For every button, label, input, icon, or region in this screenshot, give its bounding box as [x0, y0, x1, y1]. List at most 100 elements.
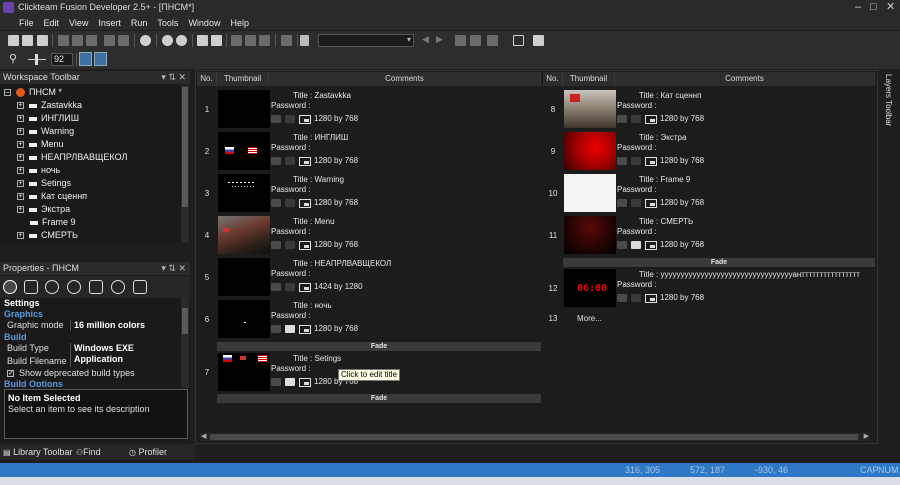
- frame-row[interactable]: 8 Title : Кат сценнп Password : 1280 by …: [543, 89, 875, 131]
- frame-thumbnail[interactable]: [218, 300, 270, 338]
- sound-icon[interactable]: [133, 280, 147, 294]
- frame-row[interactable]: 2 Title : ИНГЛИШ Password : 1280 by 768: [197, 131, 541, 173]
- redo-icon[interactable]: [118, 35, 129, 46]
- deprecated-checkbox-row[interactable]: ✓ Show deprecated build types: [4, 368, 180, 379]
- tree-item[interactable]: Frame 9: [30, 216, 76, 229]
- horizontal-scrollbar[interactable]: ◀ ▶: [200, 433, 870, 441]
- save-icon[interactable]: [37, 35, 48, 46]
- pin-icon[interactable]: ▾ ⇅ ✕: [161, 71, 186, 84]
- export-icon[interactable]: [533, 35, 544, 46]
- layers-toolbar-label[interactable]: Layers Toolbar: [884, 74, 893, 126]
- menu-edit[interactable]: Edit: [39, 18, 65, 28]
- collapse-icon[interactable]: –: [4, 89, 11, 97]
- build-options-section[interactable]: Build Options: [4, 379, 180, 387]
- transition-bar[interactable]: Fade: [217, 394, 541, 403]
- view-storyboard-icon[interactable]: [79, 52, 92, 66]
- maximize-icon[interactable]: □: [870, 0, 877, 15]
- minimize-icon[interactable]: –: [855, 0, 861, 15]
- frame-title[interactable]: Title : Menu: [293, 217, 335, 226]
- zoom-input[interactable]: 92: [51, 53, 73, 66]
- paste-icon[interactable]: [86, 35, 97, 46]
- open-icon[interactable]: [22, 35, 33, 46]
- object-icon[interactable]: [281, 35, 292, 46]
- menu-view[interactable]: View: [64, 18, 93, 28]
- about-icon[interactable]: [111, 280, 125, 294]
- frame-row[interactable]: 4 Title : Menu Password : 1280 by 768: [197, 215, 541, 257]
- tree-item[interactable]: + СМЕРТЬ: [17, 229, 78, 242]
- help-icon[interactable]: [140, 35, 151, 46]
- graphics-section[interactable]: Graphics: [4, 309, 180, 320]
- frame-thumbnail[interactable]: [564, 174, 616, 212]
- frame-row[interactable]: 5 Title : НЕАПРЛВАВЩЕКОЛ Password : 1424…: [197, 257, 541, 299]
- frame-title[interactable]: Title : Warning: [293, 175, 344, 184]
- build-section[interactable]: Build: [4, 332, 180, 343]
- tab-library[interactable]: ▤ Library Toolbar: [3, 446, 72, 459]
- frame-title[interactable]: Title : Frame 9: [639, 175, 690, 184]
- new-icon[interactable]: [8, 35, 19, 46]
- frame-thumbnail[interactable]: [218, 90, 270, 128]
- properties-scrollbar[interactable]: [181, 298, 189, 388]
- frame-row[interactable]: 12 06:00 Title : ууууууууууууууууууууууу…: [543, 268, 875, 310]
- frame-thumbnail[interactable]: [218, 353, 270, 391]
- frame-icon[interactable]: [513, 35, 524, 46]
- frame-thumbnail[interactable]: [218, 258, 270, 296]
- frame-row[interactable]: 11 Title : СМЕРТЬ Password : 1280 by 768: [543, 215, 875, 257]
- workspace-scrollbar[interactable]: [181, 85, 189, 243]
- transition-bar[interactable]: Fade: [217, 342, 541, 351]
- tree-item[interactable]: + Menu: [17, 138, 64, 151]
- list-icon[interactable]: [211, 35, 222, 46]
- menu-help[interactable]: Help: [225, 18, 254, 28]
- frame-row[interactable]: 1 Title : Zastavkka Password : 1280 by 7…: [197, 89, 541, 131]
- view-list-icon[interactable]: [94, 52, 107, 66]
- menu-file[interactable]: File: [14, 18, 39, 28]
- tree-root[interactable]: – ПНСМ *: [4, 86, 62, 99]
- frame-thumbnail[interactable]: [218, 216, 270, 254]
- frame-thumbnail[interactable]: 06:00: [564, 269, 616, 307]
- back-icon[interactable]: [162, 35, 173, 46]
- menu-insert[interactable]: Insert: [93, 18, 126, 28]
- frame-thumbnail[interactable]: [218, 174, 270, 212]
- build-filename-row[interactable]: Build Filename: [4, 356, 180, 367]
- tab-find[interactable]: ⚇Find: [76, 446, 101, 459]
- cut-icon[interactable]: [58, 35, 69, 46]
- tab-profiler[interactable]: ◷ Profiler: [129, 446, 167, 459]
- zoom-slider-handle[interactable]: [35, 54, 38, 65]
- graphic-mode-row[interactable]: Graphic mode 16 million colors: [4, 320, 180, 331]
- font-icon[interactable]: [300, 35, 309, 46]
- frame-thumbnail[interactable]: [564, 216, 616, 254]
- font-dropdown[interactable]: ▾: [318, 34, 414, 47]
- tree-item[interactable]: + Zastavkka: [17, 99, 82, 112]
- align-left-icon[interactable]: [231, 35, 242, 46]
- settings-gear-icon[interactable]: [3, 280, 17, 294]
- frame-thumbnail[interactable]: [564, 132, 616, 170]
- window-icon[interactable]: [24, 280, 38, 294]
- layout-icon[interactable]: [455, 35, 466, 46]
- border-icon[interactable]: [487, 35, 498, 46]
- search-icon[interactable]: ⚲: [9, 52, 17, 65]
- tree-item[interactable]: + Warning: [17, 125, 74, 138]
- align-center-icon[interactable]: [245, 35, 256, 46]
- runtime-icon[interactable]: [45, 280, 59, 294]
- pin-icon[interactable]: ▾ ⇅ ✕: [161, 262, 186, 275]
- undo-icon[interactable]: [104, 35, 115, 46]
- tree-item[interactable]: + Экстра: [17, 203, 70, 216]
- frame-thumbnail[interactable]: [218, 132, 270, 170]
- build-type-row[interactable]: Build Type Windows EXE Application: [4, 343, 180, 365]
- grid-icon[interactable]: [197, 35, 208, 46]
- frame-title[interactable]: Title : Экстра: [639, 133, 686, 142]
- layout2-icon[interactable]: [470, 35, 481, 46]
- forward-icon[interactable]: [176, 35, 187, 46]
- checkbox[interactable]: ✓: [7, 370, 14, 377]
- tree-item[interactable]: + НЕАПРЛВАВЩЕКОЛ: [17, 151, 127, 164]
- close-icon[interactable]: ✕: [886, 0, 895, 15]
- align-right-icon[interactable]: [259, 35, 270, 46]
- tree-item[interactable]: + Setings: [17, 177, 71, 190]
- frame-row[interactable]: 9 Title : Экстра Password : 1280 by 768: [543, 131, 875, 173]
- more-frames-link[interactable]: More...: [577, 314, 602, 323]
- frame-title[interactable]: Title : уууууууууууууууууууууууууууууууу…: [639, 270, 869, 279]
- frame-title[interactable]: Title : Кат сценнп: [639, 91, 701, 100]
- frame-row[interactable]: 6 Title : ночь Password : 1280 by 768: [197, 299, 541, 341]
- next-icon[interactable]: ▶: [436, 34, 443, 45]
- frame-title[interactable]: Title : Setings: [293, 354, 341, 363]
- tree-item[interactable]: + ночь: [17, 164, 60, 177]
